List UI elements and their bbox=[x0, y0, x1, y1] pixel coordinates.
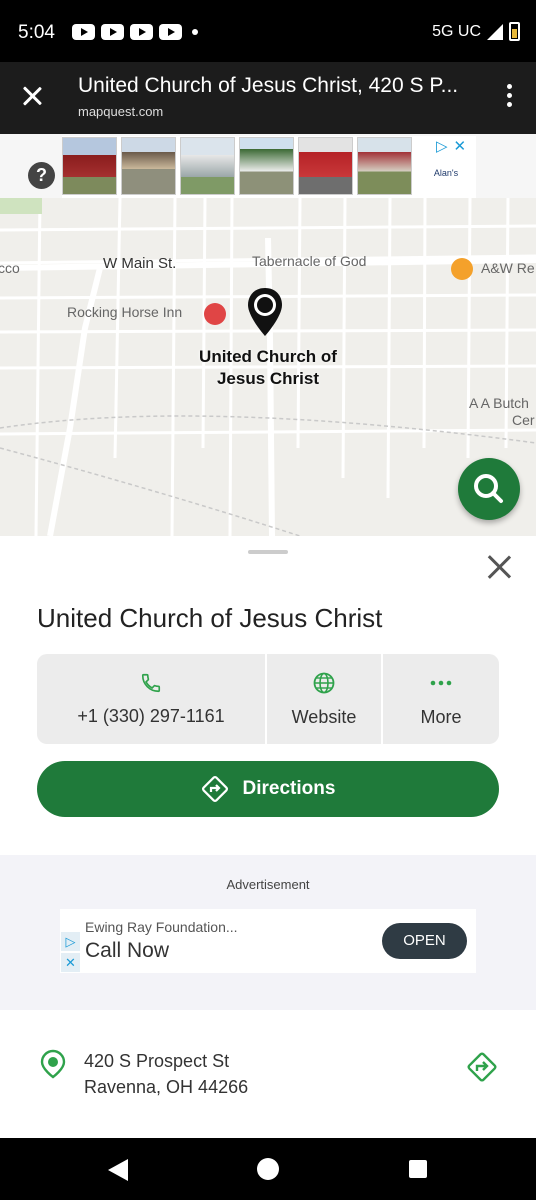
map-poi-label: Tabernacle of God bbox=[252, 253, 367, 269]
signal-icon bbox=[487, 23, 503, 40]
status-time: 5:04 bbox=[18, 22, 55, 43]
website-button[interactable]: Website bbox=[267, 654, 383, 744]
adchoices-icon[interactable]: ▷ bbox=[436, 137, 448, 155]
more-button[interactable]: More bbox=[383, 654, 499, 744]
map-poi-label: Cer bbox=[512, 412, 535, 428]
phone-number: +1 (330) 297-1161 bbox=[77, 705, 225, 726]
ad-image[interactable] bbox=[298, 137, 353, 195]
directions-icon[interactable] bbox=[465, 1050, 499, 1084]
close-ad-icon[interactable]: ✕ bbox=[61, 953, 80, 972]
map-marker-icon bbox=[40, 1049, 66, 1079]
status-bar: 5:04 5G UC bbox=[0, 0, 536, 62]
ad-sponsor: Ewing Ray Foundation... bbox=[85, 919, 238, 935]
ad-image[interactable] bbox=[357, 137, 412, 195]
pin-label: United Church of Jesus Christ bbox=[199, 347, 337, 388]
more-label: More bbox=[420, 706, 462, 727]
place-title: United Church of Jesus Christ bbox=[37, 603, 383, 633]
ad-image[interactable] bbox=[121, 137, 176, 195]
youtube-icon bbox=[72, 24, 95, 40]
youtube-icon bbox=[101, 24, 124, 40]
search-icon bbox=[474, 474, 503, 503]
address-line1: 420 S Prospect St bbox=[84, 1051, 230, 1071]
ad-open-button[interactable]: OPEN bbox=[382, 923, 467, 959]
location-pin-icon[interactable] bbox=[245, 286, 285, 338]
youtube-icon bbox=[130, 24, 153, 40]
lodging-icon[interactable] bbox=[204, 303, 226, 325]
home-icon[interactable] bbox=[257, 1158, 279, 1180]
map-label: cco bbox=[0, 260, 20, 276]
ad-image[interactable] bbox=[239, 137, 294, 195]
advertiser-logo[interactable]: Alan's bbox=[430, 160, 462, 186]
status-indicators: 5G UC bbox=[432, 22, 520, 41]
map-poi-label: Rocking Horse Inn bbox=[67, 304, 183, 320]
restaurant-icon[interactable] bbox=[451, 258, 473, 280]
map-street-label: W Main St. bbox=[103, 255, 177, 272]
close-sheet-icon[interactable] bbox=[486, 554, 512, 580]
ad-label: Advertisement bbox=[226, 877, 310, 892]
notification-icons bbox=[72, 24, 198, 40]
call-button[interactable]: +1 (330) 297-1161 bbox=[37, 654, 267, 744]
adchoices-icon[interactable]: ▷ bbox=[61, 932, 80, 951]
address[interactable]: 420 S Prospect St Ravenna, OH 44266 bbox=[84, 1048, 248, 1100]
map-poi-label: A A Butch bbox=[469, 395, 529, 411]
more-notifications-icon bbox=[192, 29, 198, 35]
battery-icon bbox=[509, 22, 520, 41]
search-map-button[interactable] bbox=[458, 458, 520, 520]
network-label: 5G UC bbox=[432, 22, 481, 40]
action-buttons: +1 (330) 297-1161 Website More bbox=[37, 654, 499, 744]
close-ad-icon[interactable]: ✕ bbox=[454, 137, 467, 155]
ad-image[interactable] bbox=[62, 137, 117, 195]
drag-handle[interactable] bbox=[248, 550, 288, 554]
close-icon[interactable] bbox=[20, 84, 44, 108]
ad-cta: Call Now bbox=[85, 939, 170, 962]
ad-choices[interactable]: ▷ ✕ bbox=[436, 137, 466, 155]
address-line2: Ravenna, OH 44266 bbox=[84, 1077, 249, 1097]
overflow-menu-icon[interactable] bbox=[507, 84, 512, 107]
browser-app-bar: United Church of Jesus Christ, 420 S P..… bbox=[0, 62, 536, 134]
back-icon[interactable] bbox=[108, 1159, 128, 1181]
help-icon[interactable]: ? bbox=[28, 162, 55, 189]
recents-icon[interactable] bbox=[409, 1160, 427, 1178]
directions-label: Directions bbox=[242, 778, 336, 799]
page-title: United Church of Jesus Christ, 420 S P..… bbox=[78, 74, 459, 97]
website-label: Website bbox=[291, 706, 357, 727]
more-dots-icon bbox=[430, 680, 452, 685]
directions-icon bbox=[201, 776, 228, 802]
youtube-icon bbox=[159, 24, 182, 40]
phone-icon bbox=[141, 673, 161, 692]
page-domain: mapquest.com bbox=[78, 104, 164, 119]
directions-button[interactable]: Directions bbox=[37, 761, 499, 817]
globe-icon bbox=[313, 672, 335, 693]
ad-image-strip[interactable] bbox=[62, 136, 476, 198]
ad-image[interactable] bbox=[180, 137, 235, 195]
ad-card[interactable]: ▷ ✕ Ewing Ray Foundation... Call Now OPE… bbox=[60, 909, 476, 973]
map-poi-label: A&W Re bbox=[481, 260, 535, 276]
